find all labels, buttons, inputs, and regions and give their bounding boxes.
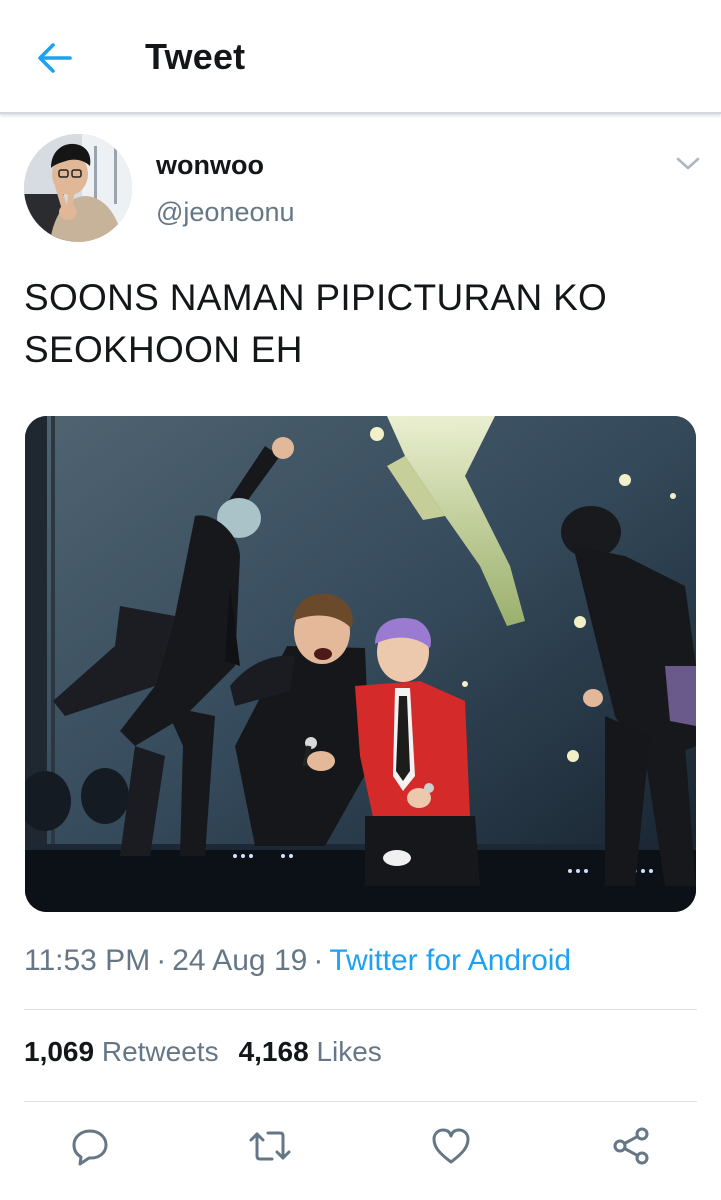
separator: · (313, 944, 324, 977)
retweets-stat[interactable]: 1,069 Retweets (24, 1036, 219, 1068)
like-button[interactable] (427, 1122, 475, 1170)
tweet-options-button[interactable] (672, 150, 704, 178)
tweet-time: 11:53 PM (24, 944, 151, 977)
divider (24, 1101, 697, 1102)
retweets-count: 1,069 (24, 1036, 95, 1067)
chevron-down-icon (676, 157, 700, 170)
arrow-left-icon (38, 43, 72, 73)
likes-stat[interactable]: 4,168 Likes (239, 1036, 382, 1068)
tweet-source-link[interactable]: Twitter for Android (329, 944, 571, 977)
author-display-name[interactable]: wonwoo (156, 150, 264, 181)
top-app-bar: Tweet (0, 0, 721, 114)
tweet-meta: 11:53 PM · 24 Aug 19 · Twitter for Android (24, 944, 571, 978)
concert-photo (25, 416, 696, 912)
author-handle[interactable]: @jeoneonu (156, 197, 295, 228)
avatar[interactable] (24, 134, 132, 242)
divider (24, 1009, 697, 1010)
back-button[interactable] (30, 34, 78, 82)
heart-icon (432, 1128, 470, 1164)
separator: · (156, 944, 167, 977)
share-icon (613, 1127, 649, 1165)
tweet-text: SOONS NAMAN PIPICTURAN KO SEOKHOON EH (24, 277, 608, 370)
reply-icon (72, 1129, 108, 1166)
share-button[interactable] (607, 1122, 655, 1170)
tweet-photo[interactable] (25, 416, 696, 912)
retweet-icon (249, 1131, 291, 1161)
likes-label: Likes (316, 1036, 382, 1067)
page-title: Tweet (145, 36, 246, 77)
avatar-image (24, 134, 132, 242)
reply-button[interactable] (66, 1122, 114, 1170)
tweet-date: 24 Aug 19 (172, 944, 308, 977)
retweet-button[interactable] (246, 1122, 294, 1170)
likes-count: 4,168 (238, 1036, 309, 1067)
retweets-label: Retweets (101, 1036, 219, 1067)
tweet-stats: 1,069 Retweets 4,168 Likes (24, 1036, 382, 1068)
